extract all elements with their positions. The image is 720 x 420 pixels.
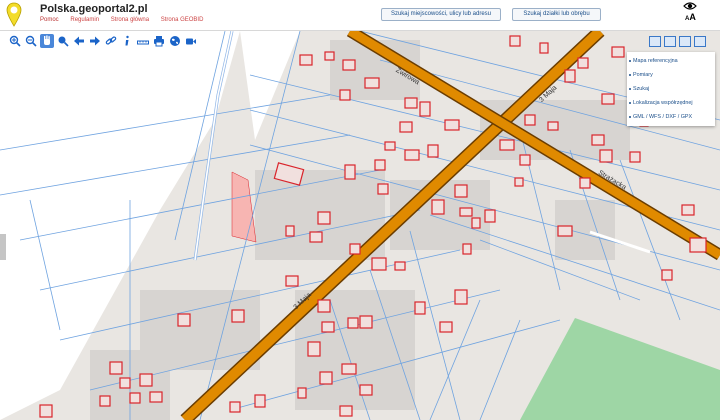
map-layer: 3 Maja 3 Maja Żwirowa Strażacka	[0, 31, 720, 420]
measure-icon[interactable]	[136, 34, 150, 48]
print-icon[interactable]	[152, 34, 166, 48]
map-toolbar	[8, 34, 198, 48]
arrow-left-icon[interactable]	[72, 34, 86, 48]
nav-geobid-link[interactable]: Strona GEOBID	[161, 17, 204, 23]
top-nav: Pomoc Regulamin Strona główna Strona GEO…	[40, 17, 213, 23]
map-canvas[interactable]: 3 Maja 3 Maja Żwirowa Strażacka Mapa ref…	[0, 31, 720, 420]
link-icon[interactable]	[104, 34, 118, 48]
layout-split-icon[interactable]	[664, 36, 676, 47]
zoom-out-icon[interactable]	[24, 34, 38, 48]
pan-hand-icon[interactable]	[40, 34, 54, 48]
menu-item-search[interactable]: Szukaj	[627, 82, 715, 96]
font-size-large-label: A	[689, 12, 696, 22]
accessibility-eye-icon[interactable]	[683, 1, 697, 11]
info-icon[interactable]	[120, 34, 134, 48]
header: Polska.geoportal2.pl Pomoc Regulamin Str…	[0, 0, 720, 31]
zoom-in-icon[interactable]	[8, 34, 22, 48]
tools-menu: Mapa referencyjna Pomiary Szukaj Lokaliz…	[627, 52, 715, 126]
highlighted-parcel	[231, 171, 257, 243]
search-parcel-button[interactable]: Szukaj działki lub obrębu	[512, 8, 601, 21]
globe-icon[interactable]	[168, 34, 182, 48]
menu-item-gml-wfs-dxf-gpx[interactable]: GML / WFS / DXF / GPX	[627, 110, 715, 124]
font-size-toggle[interactable]: AA	[685, 12, 696, 22]
menu-item-coordinate-location[interactable]: Lokalizacja współrzędnej	[627, 96, 715, 110]
zoom-box-icon[interactable]	[56, 34, 70, 48]
layout-top-icon[interactable]	[649, 36, 661, 47]
geoportal-logo-icon[interactable]	[6, 2, 22, 28]
green-area	[520, 318, 720, 420]
nav-help-link[interactable]: Pomoc	[40, 17, 59, 23]
collapse-panel-icon[interactable]	[679, 36, 691, 47]
site-title[interactable]: Polska.geoportal2.pl	[40, 3, 148, 15]
nav-terms-link[interactable]: Regulamin	[70, 17, 99, 23]
expand-panel-icon[interactable]	[694, 36, 706, 47]
menu-item-reference-map[interactable]: Mapa referencyjna	[627, 54, 715, 68]
arrow-right-icon[interactable]	[88, 34, 102, 48]
panel-controls	[649, 36, 706, 47]
sidebar-toggle-handle[interactable]	[0, 234, 6, 260]
nav-home-link[interactable]: Strona główna	[111, 17, 149, 23]
camera-icon[interactable]	[184, 34, 198, 48]
search-address-button[interactable]: Szukaj miejscowości, ulicy lub adresu	[381, 8, 501, 21]
menu-item-measurements[interactable]: Pomiary	[627, 68, 715, 82]
